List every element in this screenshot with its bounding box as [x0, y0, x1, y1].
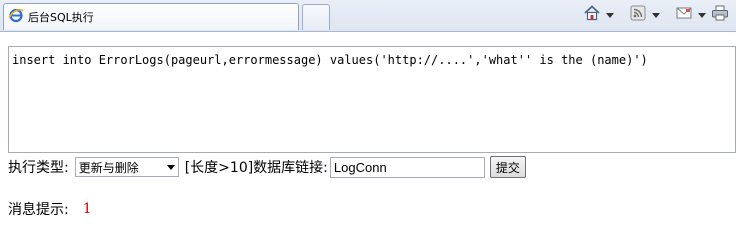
home-dropdown[interactable]	[604, 4, 616, 26]
message-value: 1	[82, 201, 92, 217]
message-row: 消息提示: 1	[8, 199, 92, 219]
message-label: 消息提示:	[8, 202, 69, 218]
chevron-down-icon	[652, 8, 660, 23]
print-button[interactable]	[710, 4, 730, 26]
execution-form-row: 执行类型: 更新与删除 [长度>10]数据库链接: 提交	[8, 155, 526, 179]
browser-toolbar	[582, 4, 730, 26]
submit-button[interactable]: 提交	[489, 156, 526, 178]
feeds-button[interactable]	[628, 4, 648, 26]
ie-page-icon	[8, 7, 24, 27]
exec-type-select[interactable]: 更新与删除	[74, 157, 179, 177]
home-icon	[583, 4, 601, 26]
db-connection-label: [长度>10]数据库链接:	[184, 160, 328, 176]
rss-feed-icon	[630, 5, 646, 25]
sql-textarea[interactable]: insert into ErrorLogs(pageurl,errormessa…	[8, 46, 736, 153]
mail-button[interactable]	[674, 4, 694, 26]
browser-tab[interactable]: 后台SQL执行	[3, 3, 299, 30]
browser-tab-bar: 后台SQL执行	[0, 0, 736, 32]
exec-type-selected: 更新与删除	[78, 160, 139, 175]
chevron-down-icon	[698, 8, 706, 23]
db-connection-input[interactable]	[329, 156, 485, 178]
exec-type-label: 执行类型:	[8, 160, 69, 176]
print-icon	[711, 5, 729, 25]
tab-title: 后台SQL执行	[28, 11, 94, 24]
new-tab-button[interactable]	[302, 4, 330, 30]
chevron-down-icon	[164, 158, 178, 176]
feeds-dropdown[interactable]	[650, 4, 662, 26]
chevron-down-icon	[606, 8, 614, 23]
mail-icon	[676, 6, 692, 24]
mail-dropdown[interactable]	[696, 4, 708, 26]
home-button[interactable]	[582, 4, 602, 26]
